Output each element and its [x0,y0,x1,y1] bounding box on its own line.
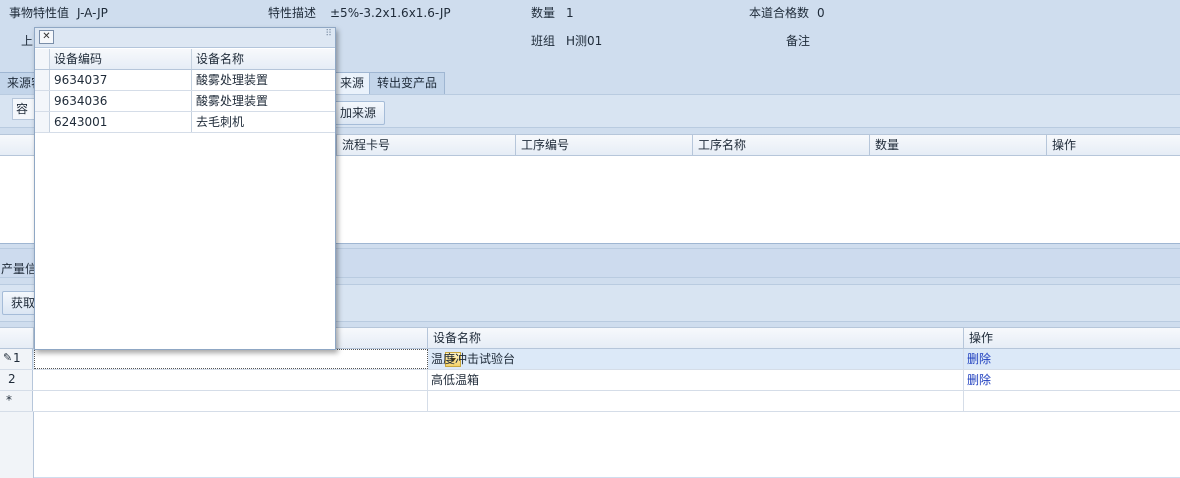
new-row-star: * [6,393,12,407]
row-indicator: * [0,391,33,411]
equipment-code-cell[interactable] [34,391,428,411]
resize-grip-icon[interactable]: ⠿ [325,30,332,39]
quantity-label: 数量 [531,6,556,20]
output-section-title: 产量信 [1,262,38,276]
popup-col-code[interactable]: 设备编码 [50,49,192,69]
quantity-value: 1 [566,6,574,20]
equipment-code-cell[interactable] [34,370,428,390]
indicator-col-header [0,328,34,349]
col-process-card[interactable]: 流程卡号 [337,135,516,156]
table-row[interactable]: 2 高低温箱 删除 [0,370,1180,391]
col-action[interactable]: 操作 [1047,135,1180,156]
popup-row-indicator [35,70,50,90]
edit-pencil-icon: ✎ [3,351,13,364]
equipment-name-cell: 温度冲击试验台 [428,349,964,369]
tab-source[interactable]: 来源 [332,72,373,94]
equipment-code-editor[interactable] [34,349,461,369]
feature-desc: ±5%-3.2x1.6x1.6-JP [330,6,451,20]
popup-equipment-name[interactable]: 酸雾处理装置 [192,91,335,111]
popup-row[interactable]: 6243001 去毛刺机 [35,112,335,133]
upper-label: 上 [21,34,34,48]
col-quantity[interactable]: 数量 [870,135,1047,156]
popup-equipment-name[interactable]: 去毛刺机 [192,112,335,132]
group-value: H测01 [566,34,603,48]
popup-equipment-name[interactable]: 酸雾处理装置 [192,70,335,90]
popup-row-indicator [35,112,50,132]
group-label: 班组 [531,34,556,48]
new-row[interactable]: * [0,391,1180,412]
row-indicator: 2 [0,370,33,390]
popup-equipment-code[interactable]: 9634037 [50,70,192,90]
indicator-column-fill [0,412,34,478]
row-number: 1 [13,351,21,365]
item-value-label: 事物特性值 [9,6,70,20]
action-cell [964,391,1180,411]
popup-equipment-code[interactable]: 9634036 [50,91,192,111]
col-equipment-name[interactable]: 设备名称 [428,328,964,349]
pass-count-value: 0 [817,6,825,20]
remark-label: 备注 [786,34,811,48]
popup-row[interactable]: 9634037 酸雾处理装置 [35,70,335,91]
equipment-name-cell: 高低温箱 [428,370,964,390]
equipment-lookup-popup: ✕ ⠿ 设备编码 设备名称 9634037 酸雾处理装置 9634036 酸雾处… [34,27,336,350]
pass-count-label: 本道合格数 [749,6,810,20]
col-step-name[interactable]: 工序名称 [693,135,870,156]
popup-grid-header: 设备编码 设备名称 [35,49,335,70]
close-icon[interactable]: ✕ [39,30,54,44]
popup-col-name[interactable]: 设备名称 [192,49,335,69]
feature-desc-label: 特性描述 [268,6,317,20]
popup-equipment-code[interactable]: 6243001 [50,112,192,132]
delete-link[interactable]: 删除 [964,370,1180,390]
delete-link[interactable]: 删除 [964,349,1180,369]
equipment-name-cell[interactable] [428,391,964,411]
row-number: 2 [8,372,16,386]
popup-indicator-header [35,49,50,69]
table-row[interactable]: ✎ 1 温度冲击试验台 删除 [0,349,1180,370]
col-step-number[interactable]: 工序编号 [516,135,693,156]
popup-row-indicator [35,91,50,111]
col-equipment-action[interactable]: 操作 [964,328,1180,349]
popup-row[interactable]: 9634036 酸雾处理装置 [35,91,335,112]
add-source-button[interactable]: 加来源 [331,101,386,125]
item-value: J-A-JP [77,6,108,20]
popup-title-bar: ✕ ⠿ [35,28,335,48]
row-indicator: ✎ 1 [0,349,33,369]
tab-transfer-product[interactable]: 转出变产品 [369,72,446,94]
